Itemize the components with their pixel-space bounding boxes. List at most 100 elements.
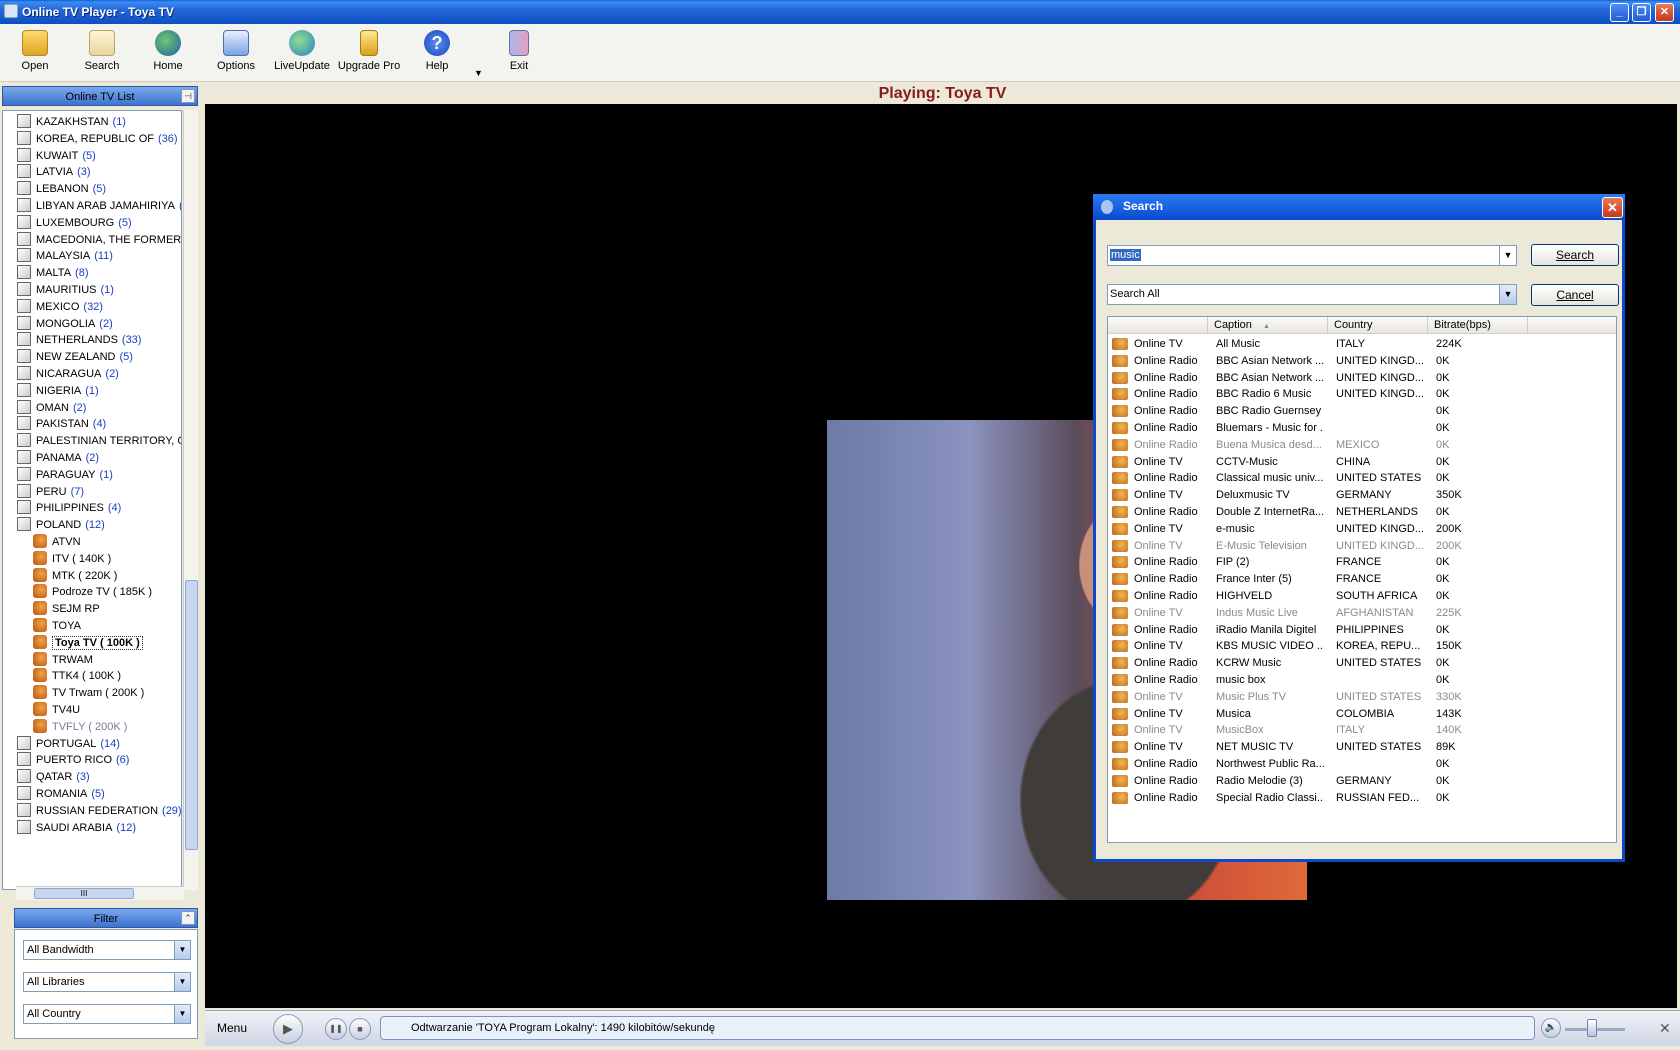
country-item[interactable]: QATAR (3) (17, 768, 90, 786)
country-item[interactable]: OMAN (2) (17, 399, 86, 417)
open-button[interactable]: Open (0, 28, 70, 78)
country-item[interactable]: MAURITIUS (1) (17, 281, 114, 299)
country-item[interactable]: MACEDONIA, THE FORMER YU (17, 231, 181, 249)
channel-item[interactable]: Podroze TV ( 185K ) (33, 583, 152, 601)
table-row[interactable]: Online Radio FIP (2) FRANCE 0K (1108, 553, 1608, 571)
options-button[interactable]: Options (201, 28, 271, 78)
search-query-input[interactable]: music ▼ (1107, 245, 1517, 266)
table-row[interactable]: Online Radio BBC Asian Network ... UNITED … (1108, 369, 1608, 387)
table-row[interactable]: Online TV MusicBox ITALY 140K (1108, 721, 1608, 739)
scrollbar-thumb[interactable] (185, 580, 198, 850)
channel-item[interactable]: TRWAM (33, 651, 93, 669)
table-row[interactable]: Online TV E-Music Television UNITED KINGD.… (1108, 537, 1608, 555)
table-row[interactable]: Online Radio Buena Musica desd... MEXICO 0K (1108, 436, 1608, 454)
help-dropdown-arrow[interactable]: ▼ (474, 68, 483, 78)
bandwidth-select[interactable]: All Bandwidth ▼ (23, 940, 191, 960)
country-item[interactable]: PERU (7) (17, 483, 84, 501)
maximize-button[interactable]: ❐ (1632, 3, 1651, 22)
table-row[interactable]: Online Radio BBC Radio Guernsey 0K (1108, 402, 1608, 420)
search-submit-button[interactable]: Search (1531, 244, 1619, 266)
search-results-grid[interactable]: Caption ▲ Country Bitrate(bps) Online TV… (1107, 316, 1617, 843)
table-row[interactable]: Online Radio KCRW Music UNITED STATES 0K (1108, 654, 1608, 672)
home-button[interactable]: Home (133, 28, 203, 78)
country-select[interactable]: All Country ▼ (23, 1004, 191, 1024)
search-scope-select[interactable]: Search All ▼ (1107, 284, 1517, 305)
stop-button[interactable]: ■ (349, 1018, 371, 1040)
collapse-icon[interactable]: ⌃ (181, 911, 195, 925)
pin-icon[interactable]: ⊣ (181, 89, 195, 103)
table-row[interactable]: Online Radio France Inter (5) FRANCE 0K (1108, 570, 1608, 588)
column-header-bitrate[interactable]: Bitrate(bps) (1428, 317, 1528, 334)
table-row[interactable]: Online Radio Bluemars - Music for ... 0K (1108, 419, 1608, 437)
country-item[interactable]: KUWAIT (5) (17, 147, 96, 165)
table-row[interactable]: Online TV Musica COLOMBIA 143K (1108, 705, 1608, 723)
close-button[interactable]: ✕ (1655, 3, 1674, 22)
liveupdate-button[interactable]: LiveUpdate (267, 28, 337, 78)
horizontal-scrollbar-thumb[interactable]: III (34, 888, 134, 899)
channel-tree[interactable]: KAZAKHSTAN (1) KOREA, REPUBLIC OF (36) KUWAI… (2, 110, 182, 890)
country-item[interactable]: NETHERLANDS (33) (17, 331, 141, 349)
libraries-select[interactable]: All Libraries ▼ (23, 972, 191, 992)
country-item[interactable]: PALESTINIAN TERRITORY, OC (17, 432, 181, 450)
country-item[interactable]: KAZAKHSTAN (1) (17, 113, 126, 131)
play-button[interactable]: ▶ (273, 1014, 303, 1044)
channel-item[interactable]: SEJM RP (33, 600, 100, 618)
table-row[interactable]: Online Radio HIGHVELD SOUTH AFRICA 0K (1108, 587, 1608, 605)
channel-item[interactable]: TV4U (33, 701, 80, 719)
channel-item[interactable]: ITV ( 140K ) (33, 550, 111, 568)
country-item[interactable]: LATVIA (3) (17, 163, 91, 181)
table-row[interactable]: Online TV CCTV-Music CHINA 0K (1108, 453, 1608, 471)
channel-item[interactable]: TVFLY ( 200K ) (33, 718, 127, 736)
chevron-down-icon[interactable]: ▼ (174, 941, 190, 959)
country-item[interactable]: PAKISTAN (4) (17, 415, 106, 433)
country-item[interactable]: LIBYAN ARAB JAMAHIRIYA (2 (17, 197, 181, 215)
chevron-down-icon[interactable]: ▼ (1499, 285, 1516, 304)
country-item[interactable]: ROMANIA (5) (17, 785, 105, 803)
table-row[interactable]: Online TV All Music ITALY 224K (1108, 335, 1608, 353)
table-row[interactable]: Online TV Indus Music Live AFGHANISTAN 225K (1108, 604, 1608, 622)
table-row[interactable]: Online Radio BBC Asian Network ... UNITED … (1108, 352, 1608, 370)
country-item[interactable]: LUXEMBOURG (5) (17, 214, 132, 232)
country-item[interactable]: RUSSIAN FEDERATION (29) (17, 802, 181, 820)
country-item[interactable]: PARAGUAY (1) (17, 466, 113, 484)
upgrade-pro-button[interactable]: Upgrade Pro (334, 28, 404, 78)
table-row[interactable]: Online Radio iRadio Manila Digitel PHILIPP… (1108, 621, 1608, 639)
chevron-down-icon[interactable]: ▼ (174, 1005, 190, 1023)
help-button[interactable]: ? Help (402, 28, 472, 78)
table-row[interactable]: Online Radio music box 0K (1108, 671, 1608, 689)
table-row[interactable]: Online Radio Radio Melodie (3) GERMANY 0K (1108, 772, 1608, 790)
country-item[interactable]: MALTA (8) (17, 264, 89, 282)
country-item[interactable]: NICARAGUA (2) (17, 365, 119, 383)
table-row[interactable]: Online Radio BBC Radio 6 Music UNITED KING… (1108, 385, 1608, 403)
table-row[interactable]: Online Radio Double Z InternetRa... NETHER… (1108, 503, 1608, 521)
table-row[interactable]: Online TV NET MUSIC TV UNITED STATES 89K (1108, 738, 1608, 756)
mute-icon[interactable]: 🔈 (1541, 1018, 1561, 1038)
tree-horizontal-scrollbar[interactable]: III (16, 886, 184, 900)
column-header-caption[interactable]: Caption ▲ (1208, 317, 1328, 334)
country-item[interactable]: MEXICO (32) (17, 298, 103, 316)
column-header-type[interactable] (1108, 317, 1208, 334)
table-row[interactable]: Online TV Music Plus TV UNITED STATES 330K (1108, 688, 1608, 706)
table-row[interactable]: Online Radio Classical music univ... UNITE… (1108, 469, 1608, 487)
country-item[interactable]: SAUDI ARABIA (12) (17, 819, 136, 837)
cancel-button[interactable]: Cancel (1531, 284, 1619, 306)
channel-item[interactable]: TV Trwam ( 200K ) (33, 684, 144, 702)
country-item[interactable]: LEBANON (5) (17, 180, 106, 198)
channel-item[interactable]: ATVN (33, 533, 81, 551)
country-item[interactable]: POLAND (12) (17, 516, 105, 534)
country-item[interactable]: MONGOLIA (2) (17, 315, 113, 333)
country-item[interactable]: PORTUGAL (14) (17, 735, 120, 753)
country-item[interactable]: PANAMA (2) (17, 449, 99, 467)
table-row[interactable]: Online TV e-music UNITED KINGD... 200K (1108, 520, 1608, 538)
channel-item[interactable]: Toya TV ( 100K ) (33, 634, 143, 652)
country-item[interactable]: PUERTO RICO (6) (17, 751, 129, 769)
country-item[interactable]: PHILIPPINES (4) (17, 499, 121, 517)
channel-item[interactable]: TOYA (33, 617, 81, 635)
pause-button[interactable]: ❚❚ (325, 1018, 347, 1040)
close-player-icon[interactable]: ✕ (1659, 1020, 1671, 1037)
exit-button[interactable]: Exit (484, 28, 554, 78)
table-row[interactable]: Online Radio Northwest Public Ra... 0K (1108, 755, 1608, 773)
dialog-close-button[interactable]: ✕ (1602, 197, 1623, 218)
table-row[interactable]: Online TV KBS MUSIC VIDEO ... KOREA, REPU.… (1108, 637, 1608, 655)
minimize-button[interactable]: _ (1610, 3, 1629, 22)
